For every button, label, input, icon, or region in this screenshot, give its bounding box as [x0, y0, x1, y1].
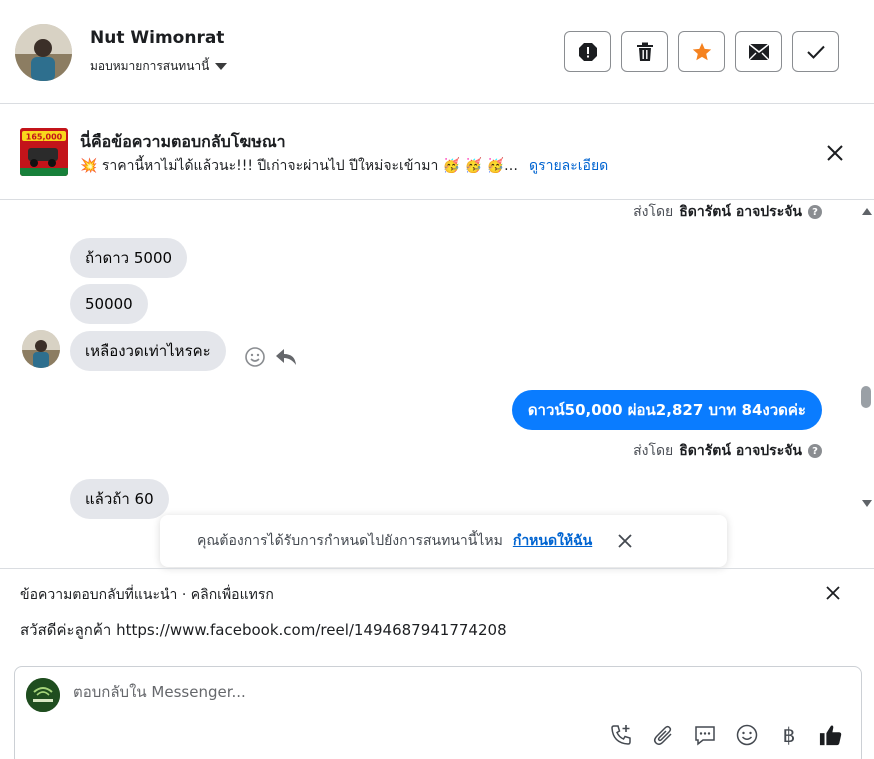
message-bubble-incoming[interactable]: เหลืองวดเท่าไหรคะ	[70, 331, 226, 371]
sent-by-prefix: ส่งโดย	[633, 204, 674, 220]
info-icon[interactable]: ?	[808, 205, 822, 219]
check-icon	[806, 45, 825, 59]
call-add-icon[interactable]	[609, 723, 633, 747]
sent-by-label: ส่งโดย ธิดารัตน์ อาจประจัน ?	[633, 440, 822, 462]
message-bubble-outgoing[interactable]: ดาวน์50,000 ผ่อน2,827 บาท 84งวดค่ะ	[511, 390, 822, 430]
spam-icon	[578, 42, 597, 61]
contact-name[interactable]: Nut Wimonrat	[90, 28, 224, 48]
react-emoji-icon[interactable]	[244, 346, 266, 368]
assign-to-me-link[interactable]: กำหนดให้ฉัน	[513, 530, 592, 552]
contact-avatar[interactable]	[15, 24, 72, 81]
message-tools	[244, 346, 298, 368]
assign-toast: คุณต้องการได้รับการกำหนดไปยังการสนทนานี้…	[160, 515, 727, 567]
contact-avatar-small[interactable]	[22, 330, 60, 368]
ad-reply-banner: 165,000 นี่คือข้อความตอบกลับโฆษณา 💥 ราคา…	[0, 104, 874, 200]
star-icon	[692, 42, 711, 60]
thread-scrollbar[interactable]	[859, 200, 873, 515]
toast-text: คุณต้องการได้รับการกำหนดไปยังการสนทนานี้…	[197, 533, 503, 549]
reply-input[interactable]	[73, 683, 613, 701]
paperclip-icon[interactable]	[651, 723, 675, 747]
caret-down-icon	[215, 63, 228, 70]
suggested-reply-panel: ข้อความตอบกลับที่แนะนำ · คลิกเพื่อแทรก ส…	[0, 568, 874, 666]
composer-tools: ฿	[609, 723, 843, 747]
conversation-actions	[564, 31, 839, 72]
suggested-reply-text[interactable]: สวัสดีค่ะลูกค้า https://www.facebook.com…	[20, 618, 507, 642]
conversation-header: Nut Wimonrat มอบหมายการสนทนานี้	[0, 0, 874, 104]
ad-thumbnail[interactable]: 165,000	[20, 128, 68, 176]
baht-icon[interactable]: ฿	[777, 723, 801, 747]
mark-unread-button[interactable]	[735, 31, 782, 72]
page-avatar	[26, 678, 60, 712]
close-icon[interactable]	[616, 532, 634, 550]
mark-unread-icon	[748, 42, 769, 60]
message-bubble-incoming[interactable]: ถ้าดาว 5000	[70, 238, 188, 278]
message-bubble-incoming[interactable]: แล้วถ้า 60	[70, 479, 169, 519]
assign-conversation-dropdown[interactable]: มอบหมายการสนทนานี้	[90, 57, 228, 76]
emoji-icon[interactable]	[735, 723, 759, 747]
message-composer: ฿	[14, 666, 862, 759]
close-icon[interactable]	[824, 584, 842, 602]
scroll-down-arrow-icon[interactable]	[862, 500, 872, 507]
star-button[interactable]	[678, 31, 725, 72]
message-bubble-incoming[interactable]: 50000	[70, 284, 148, 324]
trash-icon	[636, 42, 653, 61]
scroll-thumb[interactable]	[861, 386, 871, 408]
reply-icon[interactable]	[274, 346, 298, 368]
thumbs-up-icon[interactable]	[819, 723, 843, 747]
scroll-up-arrow-icon[interactable]	[862, 208, 872, 215]
suggested-reply-label: ข้อความตอบกลับที่แนะนำ · คลิกเพื่อแทรก	[20, 587, 274, 603]
ad-text: 💥 ราคานี้หาไม่ได้แล้วนะ!!! ปีเก่าจะผ่านไ…	[80, 158, 520, 174]
assign-label: มอบหมายการสนทนานี้	[90, 59, 210, 73]
ad-thumb-price: 165,000	[26, 133, 63, 142]
message-thread: ส่งโดย ธิดารัตน์ อาจประจัน ? ถ้าดาว 5000…	[0, 200, 874, 568]
mark-spam-button[interactable]	[564, 31, 611, 72]
close-icon[interactable]	[823, 141, 847, 165]
sent-by-name: ธิดารัตน์ อาจประจัน	[679, 204, 802, 220]
sent-by-name: ธิดารัตน์ อาจประจัน	[679, 443, 802, 459]
ad-title: นี่คือข้อความตอบกลับโฆษณา	[80, 132, 286, 151]
sent-by-prefix: ส่งโดย	[633, 443, 674, 459]
delete-button[interactable]	[621, 31, 668, 72]
saved-reply-icon[interactable]	[693, 723, 717, 747]
mark-done-button[interactable]	[792, 31, 839, 72]
ad-details-link[interactable]: ดูรายละเอียด	[529, 155, 608, 177]
sent-by-label: ส่งโดย ธิดารัตน์ อาจประจัน ?	[633, 201, 822, 223]
info-icon[interactable]: ?	[808, 444, 822, 458]
